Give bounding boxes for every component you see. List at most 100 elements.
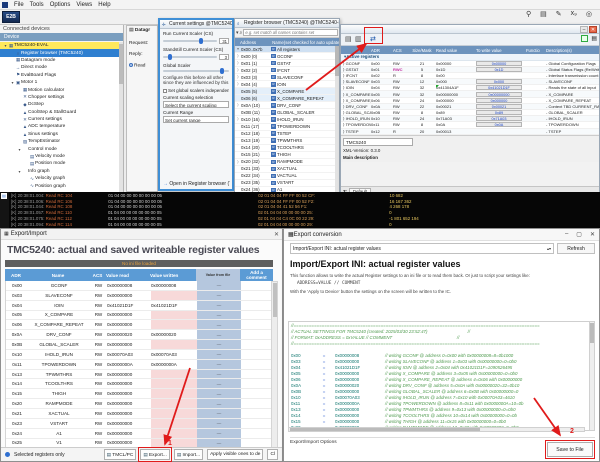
register-list-item[interactable]: ⟩0x0A (10)RDRV_CONF: [235, 102, 335, 109]
register-list-item[interactable]: 0x12 (18)RTSTEP: [235, 131, 335, 138]
values-table-row[interactable]: 0x14TCOOLTHRSRW0x00000000----: [6, 379, 272, 389]
values-table-row[interactable]: 0x04IOINRW0x41021D1F0x41021D1F----: [6, 301, 272, 311]
standstill-slider[interactable]: [163, 56, 217, 58]
values-table-row[interactable]: 0x03SLAVECONFRW0x00000000----: [6, 291, 272, 301]
minimize-icon[interactable]: –: [565, 231, 568, 238]
rt-col-ADR[interactable]: ADR: [371, 48, 393, 53]
tree-item-dcstep[interactable]: ◆DcStep: [0, 101, 119, 108]
tree-item-position-graph[interactable]: ∿Position graph: [0, 182, 119, 189]
green-status-icon[interactable]: [581, 35, 588, 42]
tree-item-current-settings[interactable]: ✕Current settings: [0, 116, 119, 123]
menu-options[interactable]: Options: [50, 2, 71, 8]
values-table-row[interactable]: 0x0ADRV_CONFRW0x000000200x00000020----: [6, 330, 272, 340]
register-search-input[interactable]: [243, 29, 338, 36]
new-document-icon[interactable]: ▤: [345, 35, 352, 43]
minimize-button[interactable]: –: [580, 26, 588, 33]
tree-item-adc-temperature[interactable]: ▲ADC temperature: [0, 123, 119, 130]
register-list-item[interactable]: 0x23 (35)RVSTART: [235, 180, 335, 187]
read-radio[interactable]: Read: [129, 63, 155, 68]
scaling-dropdown[interactable]: Select the current scaling: [163, 101, 229, 108]
values-table-row[interactable]: 0x24A1RW0x00000000----: [6, 429, 272, 439]
register-list-item[interactable]: ⟩0x00 (0)RGCONF: [235, 53, 335, 60]
register-list-item[interactable]: ⟩0x02 (2)RIFCNT: [235, 67, 335, 74]
code-vertical-scrollbar[interactable]: [589, 321, 595, 431]
menu-help[interactable]: Help: [98, 2, 110, 8]
tree-item-sinus-settings[interactable]: ▲Sinus settings: [0, 131, 119, 138]
toggle-icon[interactable]: [5, 452, 10, 457]
register-list-item[interactable]: 0x11 (17)RTPOWERDOWN: [235, 124, 335, 131]
register-list-item[interactable]: 0x21 (33)RXACTUAL: [235, 166, 335, 173]
rt-col-Functio[interactable]: Functio: [526, 48, 546, 53]
export--button[interactable]: ▤ Export...: [140, 449, 170, 460]
ie-col-add-a-comment[interactable]: Add a comment: [240, 270, 273, 280]
standstill-spinner[interactable]: 3: [219, 54, 229, 60]
tree-item-motion-calculator[interactable]: ▦Motion calculator: [0, 86, 119, 93]
refresh-button[interactable]: Refresh: [557, 243, 595, 254]
values-table-row[interactable]: 0x13TPWMTHRSRW0x00000000----: [6, 370, 272, 380]
current-range-dropdown[interactable]: Set current range: [163, 116, 229, 123]
values-table-row[interactable]: 0x20RAMPMODERW0x00000000----: [6, 399, 272, 409]
global-scaler-slider[interactable]: [163, 70, 229, 72]
ie-col-value-from-file[interactable]: Value from file: [196, 269, 240, 281]
col-name[interactable]: Name(set checked for auto update): [272, 40, 339, 45]
conversion-type-select[interactable]: Import/Export INI: actual register value…: [290, 243, 554, 254]
ie-col-acs[interactable]: ACS: [89, 273, 106, 278]
register-list-item[interactable]: ⟩0x03 (3)RSLAVECONF: [235, 74, 335, 81]
tree-item-chopper-settings[interactable]: ✕Chopper settings: [0, 94, 119, 101]
values-table-row[interactable]: 0x06X_COMPARE_REPEATRW0x00000000----: [6, 320, 272, 330]
register-list-item[interactable]: ⟩0x20 (32)RRAMPMODE: [235, 159, 335, 166]
expander-icon[interactable]: ▾: [17, 147, 22, 152]
open-register-browser-link[interactable]: → Open in Register browser (TMC5...: [163, 181, 230, 187]
tree-item-tmc5240-eval[interactable]: ▾▦TMC5240-EVAL: [0, 42, 119, 49]
apply-visible-ones-to-de-button[interactable]: Apply visible ones to de: [207, 449, 263, 460]
tree-item-register-browser-tmc5240-[interactable]: ⌕Register browser (TMC5240): [0, 49, 119, 56]
run-current-slider[interactable]: [163, 40, 217, 42]
global-scalers-checkbox[interactable]: Set global scalers independent: [163, 88, 229, 93]
register-list-item[interactable]: ⟩0x04 (4)RIOIN: [235, 81, 335, 88]
expander-icon[interactable]: ▾: [17, 169, 22, 174]
tree-item-tempestimator[interactable]: ▨TempEstimator: [0, 138, 119, 145]
rt-col-ACS[interactable]: ACS: [393, 48, 408, 53]
open-document-icon[interactable]: ▥: [355, 35, 362, 43]
tree-item-position-mode[interactable]: ▤Position mode: [0, 160, 119, 167]
register-list-item[interactable]: ▾0x00..0x7bRAll registers: [235, 46, 335, 53]
rt-col-Description(s)[interactable]: Description(s): [546, 48, 599, 53]
register-list-scrollbar[interactable]: [335, 46, 339, 195]
cl-button[interactable]: Cl: [267, 449, 278, 460]
tree-item-evalboard-flags[interactable]: ⚑EvalBoard Flags: [0, 72, 119, 79]
values-table-row[interactable]: 0x15THIGHRW0x00000000----: [6, 389, 272, 399]
run-current-spinner[interactable]: 31: [219, 38, 229, 44]
register-list-item[interactable]: ⟩0x10 (16)RIHOLD_IRUN: [235, 116, 335, 123]
ie-col-adr[interactable]: ADR: [5, 273, 27, 278]
tree-item-info-graph[interactable]: ▾Info graph: [0, 168, 119, 175]
values-table-row[interactable]: 0x11TPOWERDOWNRW0x0000000A0x0000000A----: [6, 360, 272, 370]
values-table-row[interactable]: 0x10IHOLD_IRUNRW0x00070A030x00070A03----: [6, 350, 272, 360]
close-icon[interactable]: ✕: [590, 231, 595, 238]
write-value-button[interactable]: 0x000000: [476, 98, 522, 103]
ie-col-name[interactable]: Name: [27, 273, 89, 278]
register-list-item[interactable]: 0x14 (20)RTCOOLTHRS: [235, 145, 335, 152]
ie-col-value-read[interactable]: Value read: [106, 273, 150, 278]
values-table-row[interactable]: 0x0BGLOBAL_SCALERRW0x00000000----: [6, 340, 272, 350]
menu-views[interactable]: Views: [76, 2, 92, 8]
write-value-button[interactable]: 0x00000: [476, 61, 522, 66]
close-button[interactable]: ✕: [589, 26, 597, 33]
maximize-icon[interactable]: ▢: [576, 231, 582, 238]
rt-col-Size/Mask[interactable]: Size/Mask: [408, 48, 436, 53]
values-table-row[interactable]: 0x05X_COMPARERW0x00000000----: [6, 311, 272, 321]
dropdown-icon[interactable]: ▾: [236, 30, 239, 36]
tree-item-velocity-mode[interactable]: ▤Velocity mode: [0, 153, 119, 160]
datagram-log-console[interactable]: ▤ [K] 20:38:01.004: Read RC 10401 04 00 …: [0, 192, 600, 228]
console-panel-icon[interactable]: ▤: [1, 193, 7, 199]
write-value-button[interactable]: 0x0A: [476, 122, 522, 127]
export-document-icon[interactable]: ▤: [591, 35, 597, 42]
ie-col-value-written[interactable]: Value written: [150, 269, 196, 281]
write-value-button[interactable]: 0x1D: [476, 67, 522, 72]
register-list-item[interactable]: 0x22 (34)RVACTUAL: [235, 173, 335, 180]
write-value-button[interactable]: 0x00000000: [476, 92, 522, 97]
tmcl-pc-button[interactable]: ▤ TMCL/PC: [104, 449, 137, 460]
write-value-button[interactable]: 0x41021D1F: [476, 85, 522, 90]
tree-item-velocity-graph[interactable]: ∿Velocity graph: [0, 175, 119, 182]
col-address[interactable]: Address: [235, 40, 272, 45]
import--button[interactable]: ▤ Import...: [174, 449, 203, 460]
